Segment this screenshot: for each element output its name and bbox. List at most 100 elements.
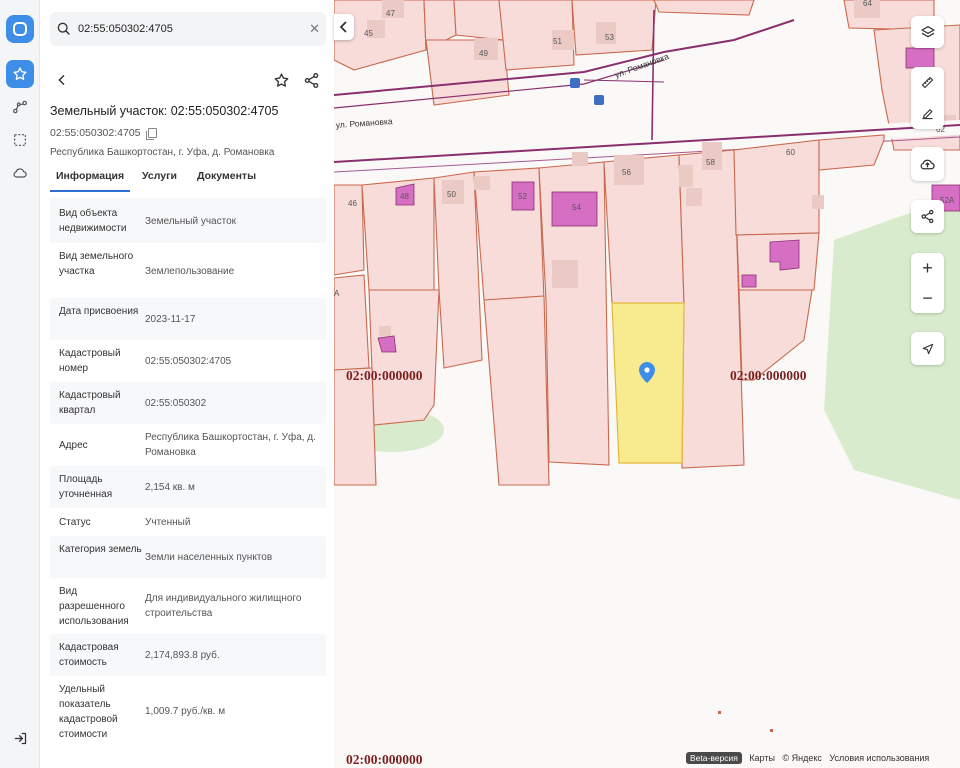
info-row-key: Удельный показатель кадастровой стоимост… (59, 684, 118, 740)
info-row-key: Площадь уточненная (59, 474, 113, 500)
add-to-favorites-button[interactable] (273, 72, 290, 94)
house-number: 50 (447, 190, 456, 199)
cloud-icon (13, 168, 27, 178)
app-logo-icon[interactable] (6, 15, 34, 43)
zoom-in-button[interactable]: + (911, 253, 944, 283)
minus-icon: − (922, 287, 933, 308)
zoom-controls: + − (911, 253, 944, 313)
info-row-value: 02:55:050302 (145, 398, 207, 409)
favorites-nav-button[interactable] (6, 60, 34, 88)
map-canvas[interactable]: 45 47 49 51 53 64 62 46 48 50 52 54 56 5… (334, 0, 960, 768)
info-row-cadastral-number: Кадастровый номер 02:55:050302:4705 (50, 340, 326, 382)
info-row-assignment-date: Дата присвоения 2023-11-17 (50, 298, 326, 340)
cadastral-number-link[interactable]: 02:55:050302:4705 (50, 127, 141, 139)
object-title: Земельный участок: 02:55:050302:4705 (50, 104, 279, 118)
object-address: Республика Башкортостан, г. Уфа, д. Рома… (50, 147, 275, 158)
house-number: 46 (348, 199, 357, 208)
logout-icon (14, 732, 27, 745)
info-row-key: Вид объекта недвижимости (59, 208, 127, 234)
info-row-value: Учтенный (145, 517, 191, 528)
house-number: 64 (863, 0, 872, 8)
navigation-arrow-icon (922, 343, 933, 354)
cloud-nav-button[interactable] (6, 159, 34, 187)
house-number: А (334, 289, 340, 298)
upload-button[interactable] (911, 147, 944, 181)
route-icon (13, 100, 27, 114)
info-row-land-category: Категория земель Земли населенных пункто… (50, 536, 326, 578)
clear-search-icon[interactable]: ✕ (309, 22, 320, 36)
cloud-upload-icon (920, 159, 935, 169)
info-row-value: 02:55:050302:4705 (145, 356, 232, 367)
info-row-object-type: Вид объекта недвижимости Земельный участ… (50, 198, 326, 243)
route-nav-button[interactable] (6, 93, 34, 121)
info-table: Вид объекта недвижимости Земельный участ… (50, 198, 326, 748)
info-row-value: Земельный участок (145, 216, 237, 227)
info-row-key: Статус (59, 517, 91, 528)
star-outline-icon (274, 73, 289, 87)
info-row-area: Площадь уточненная 2,154 кв. м (50, 466, 326, 508)
app-root: ✕ Земельный участок: 02:55:050302:4705 0… (0, 0, 960, 768)
map-share-button[interactable] (911, 200, 944, 233)
share-button[interactable] (303, 72, 320, 94)
layers-icon (920, 26, 935, 38)
tab-services[interactable]: Услуги (136, 170, 183, 192)
measure-tools-group (911, 67, 944, 129)
select-area-nav-button[interactable] (6, 126, 34, 154)
house-number: 56 (622, 168, 631, 177)
house-number: 58 (706, 158, 715, 167)
info-row-key: Кадастровый номер (59, 348, 121, 374)
geolocation-button[interactable] (911, 332, 944, 365)
search-icon (57, 22, 70, 35)
collapse-panel-button[interactable] (334, 14, 354, 40)
plus-icon: + (922, 257, 933, 278)
info-row-key: Категория земель (59, 544, 142, 555)
info-tabs: Информация Услуги Документы (50, 166, 326, 192)
info-row-key: Кадастровый квартал (59, 390, 121, 416)
back-button[interactable] (54, 72, 70, 93)
object-info-panel: ✕ Земельный участок: 02:55:050302:4705 0… (40, 0, 334, 768)
selected-parcel[interactable] (611, 302, 685, 464)
tab-information[interactable]: Информация (50, 170, 131, 192)
info-row-key: Адрес (59, 440, 88, 451)
house-number: 49 (479, 49, 488, 58)
star-icon (13, 67, 27, 80)
chevron-left-icon (58, 74, 65, 86)
street-label: ул. Романовка (335, 116, 393, 130)
yandex-label: © Яндекс (782, 753, 822, 763)
info-row-specific-value: Удельный показатель кадастровой стоимост… (50, 676, 326, 748)
info-row-key: Вид земельного участка (59, 251, 134, 277)
info-row-cadastral-value: Кадастровая стоимость 2,174,893.8 руб. (50, 634, 326, 676)
info-row-value: 2,174,893.8 руб. (145, 650, 220, 661)
layers-button[interactable] (911, 16, 944, 48)
info-row-value: Земли населенных пунктов (145, 552, 273, 563)
info-row-key: Кадастровая стоимость (59, 642, 119, 668)
info-row-value: 2023-11-17 (145, 314, 196, 325)
search-bar: ✕ (50, 12, 326, 46)
info-row-value: Для индивидуального жилищного строительс… (145, 593, 302, 619)
info-row-cadastral-quarter: Кадастровый квартал 02:55:050302 (50, 382, 326, 424)
cadastral-quarter-label: 02:00:000000 (346, 752, 423, 767)
maps-label: Карты (749, 753, 775, 763)
house-number: 45 (364, 29, 373, 38)
house-number: 48 (400, 192, 409, 201)
tab-documents[interactable]: Документы (191, 170, 262, 192)
logout-button[interactable] (13, 731, 28, 751)
terms-link[interactable]: Условия использования (829, 753, 929, 763)
info-row-value: 2,154 кв. м (145, 482, 195, 493)
zoom-out-button[interactable]: − (911, 283, 944, 313)
house-number: 52 (518, 192, 527, 201)
info-row-address: Адрес Республика Башкортостан, г. Уфа, д… (50, 424, 326, 466)
ruler-button[interactable] (911, 67, 944, 98)
beta-badge: Beta-версия (686, 752, 742, 764)
house-number: 54 (572, 203, 581, 212)
info-row-key: Вид разрешенного использования (59, 586, 129, 627)
info-row-parcel-type: Вид земельного участка Землепользование (50, 243, 326, 298)
cadastral-quarter-label: 02:00:000000 (730, 368, 807, 383)
copy-icon[interactable] (146, 128, 157, 140)
house-number: 51 (553, 37, 562, 46)
house-number: 47 (386, 9, 395, 18)
info-row-value: Республика Башкортостан, г. Уфа, д. Рома… (145, 432, 316, 458)
search-input[interactable] (78, 20, 298, 38)
draw-button[interactable] (911, 98, 944, 129)
info-row-value: 1,009.7 руб./кв. м (145, 706, 226, 717)
